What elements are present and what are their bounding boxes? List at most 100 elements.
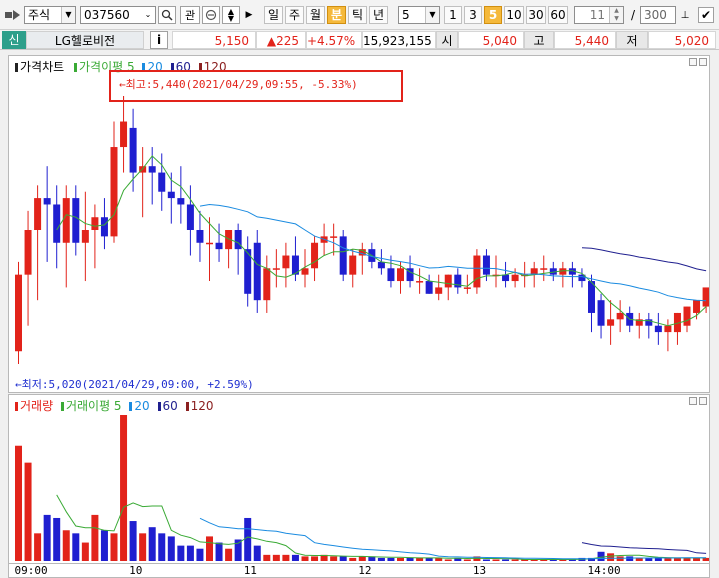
interval-10[interactable]: 10 bbox=[504, 6, 524, 24]
interval-select-value: 5 bbox=[402, 8, 410, 22]
candle-up bbox=[540, 268, 548, 270]
volume-bar bbox=[502, 559, 510, 561]
type-select[interactable]: 주식 ▼ bbox=[24, 6, 76, 24]
high-annotation: ←최고:5,440(2021/04/29,09:55, -5.33%) bbox=[119, 78, 358, 91]
candle-up bbox=[683, 306, 691, 326]
candle-up bbox=[702, 287, 709, 307]
volume-bar bbox=[607, 553, 615, 561]
watchlist-button[interactable]: 관 bbox=[180, 6, 200, 24]
page-input[interactable]: 11 ▲ ▼ bbox=[574, 6, 624, 24]
volume-bar bbox=[482, 559, 490, 561]
volume-bar bbox=[91, 514, 99, 561]
ma5-line bbox=[56, 155, 707, 327]
candle-down bbox=[377, 261, 385, 269]
volume-chart[interactable] bbox=[9, 395, 709, 563]
x-tick-label: 10 bbox=[129, 564, 143, 577]
candle-up bbox=[120, 121, 128, 148]
interval-3[interactable]: 3 bbox=[464, 6, 482, 24]
candle-up bbox=[263, 268, 271, 301]
spinner-icon: ▲ ▼ bbox=[609, 7, 623, 23]
volume-bar bbox=[397, 557, 404, 561]
candle-up bbox=[330, 236, 338, 238]
chevron-down-icon: ▼ bbox=[61, 7, 75, 23]
up-down-spinner[interactable]: ▲ ▼ bbox=[222, 6, 240, 24]
period-year[interactable]: 년 bbox=[369, 6, 388, 24]
change-percent: +4.57% bbox=[306, 31, 362, 49]
volume-bar bbox=[110, 533, 118, 561]
checkbox[interactable]: ✔ bbox=[698, 7, 714, 23]
next-page-icon[interactable]: ⊥ bbox=[678, 6, 692, 24]
volume-bar bbox=[597, 551, 605, 561]
volume-ma20-line bbox=[199, 517, 707, 560]
x-axis: 09:00 10 11 12 13 14:00 bbox=[8, 564, 710, 578]
volume-bar bbox=[158, 533, 166, 561]
candle-up bbox=[282, 255, 290, 269]
volume-bar bbox=[129, 521, 137, 561]
period-week[interactable]: 주 bbox=[285, 6, 304, 24]
arrow-right-icon[interactable]: ▶ bbox=[242, 6, 256, 24]
candle-up bbox=[444, 274, 452, 288]
volume-bar bbox=[167, 536, 175, 561]
info-icon[interactable]: i bbox=[150, 31, 168, 49]
link-icon[interactable] bbox=[4, 6, 22, 24]
volume-bar bbox=[263, 554, 271, 561]
candle-up bbox=[34, 198, 42, 230]
volume-value: 15,923,155 bbox=[362, 31, 436, 49]
price-change: ▲225 bbox=[256, 31, 306, 49]
volume-bar bbox=[330, 556, 338, 561]
candle-down bbox=[339, 236, 347, 275]
volume-bar bbox=[492, 559, 500, 561]
volume-bar bbox=[358, 556, 366, 561]
period-tick[interactable]: 틱 bbox=[348, 6, 367, 24]
price-chart[interactable] bbox=[9, 56, 709, 392]
candle-up bbox=[272, 268, 280, 270]
interval-60[interactable]: 60 bbox=[548, 6, 568, 24]
interval-1[interactable]: 1 bbox=[444, 6, 462, 24]
period-day[interactable]: 일 bbox=[264, 6, 283, 24]
volume-bar bbox=[387, 557, 395, 561]
candle-down bbox=[425, 281, 433, 294]
volume-bar bbox=[177, 545, 185, 561]
interval-select[interactable]: 5 ▼ bbox=[398, 6, 440, 24]
volume-bar bbox=[100, 530, 108, 561]
candle-up bbox=[397, 268, 404, 282]
candle-up bbox=[311, 242, 319, 269]
candle-down bbox=[148, 166, 156, 173]
candle-up bbox=[110, 147, 118, 237]
volume-bar bbox=[139, 533, 147, 561]
recent-icon[interactable] bbox=[202, 6, 220, 24]
code-input[interactable]: 037560 ⌄ bbox=[80, 6, 156, 24]
chevron-down-icon: ▼ bbox=[425, 7, 439, 23]
x-tick-label: 14:00 bbox=[587, 564, 621, 577]
price-pane: 가격차트 가격이평 5 20 60 120 ←최고:5,440(2021/04/… bbox=[8, 55, 710, 393]
candle-down bbox=[129, 127, 137, 173]
volume-bar bbox=[511, 559, 519, 561]
interval-5[interactable]: 5 bbox=[484, 6, 502, 24]
volume-bar bbox=[120, 415, 128, 561]
candle-down bbox=[177, 198, 185, 205]
volume-bar bbox=[282, 554, 290, 561]
period-month[interactable]: 월 bbox=[306, 6, 325, 24]
high-value: 5,440 bbox=[554, 31, 616, 49]
interval-30[interactable]: 30 bbox=[526, 6, 546, 24]
ma60-line bbox=[581, 247, 707, 272]
volume-bar bbox=[339, 556, 347, 561]
volume-bar bbox=[34, 533, 42, 561]
candle-up bbox=[616, 312, 624, 320]
volume-bar bbox=[272, 554, 280, 561]
search-icon[interactable] bbox=[158, 6, 176, 24]
toolbar: 주식 ▼ 037560 ⌄ 관 ▲ ▼ ▶ 일 주 월 분 틱 년 5 ▼ 1 3 bbox=[0, 0, 719, 30]
candle-down bbox=[597, 300, 605, 326]
candle-down bbox=[43, 198, 51, 205]
volume-bar bbox=[406, 557, 414, 561]
x-tick-label: 13 bbox=[472, 564, 487, 577]
period-minute[interactable]: 분 bbox=[327, 6, 346, 24]
x-tick-label: 12 bbox=[358, 564, 372, 577]
x-tick-label: 11 bbox=[243, 564, 257, 577]
volume-bar bbox=[15, 445, 22, 561]
chevron-down-icon: ⌄ bbox=[144, 10, 152, 19]
candle-down bbox=[53, 204, 61, 243]
stock-name: LG헬로비전 bbox=[26, 31, 144, 49]
candle-up bbox=[693, 300, 701, 313]
candle-up bbox=[24, 230, 32, 275]
